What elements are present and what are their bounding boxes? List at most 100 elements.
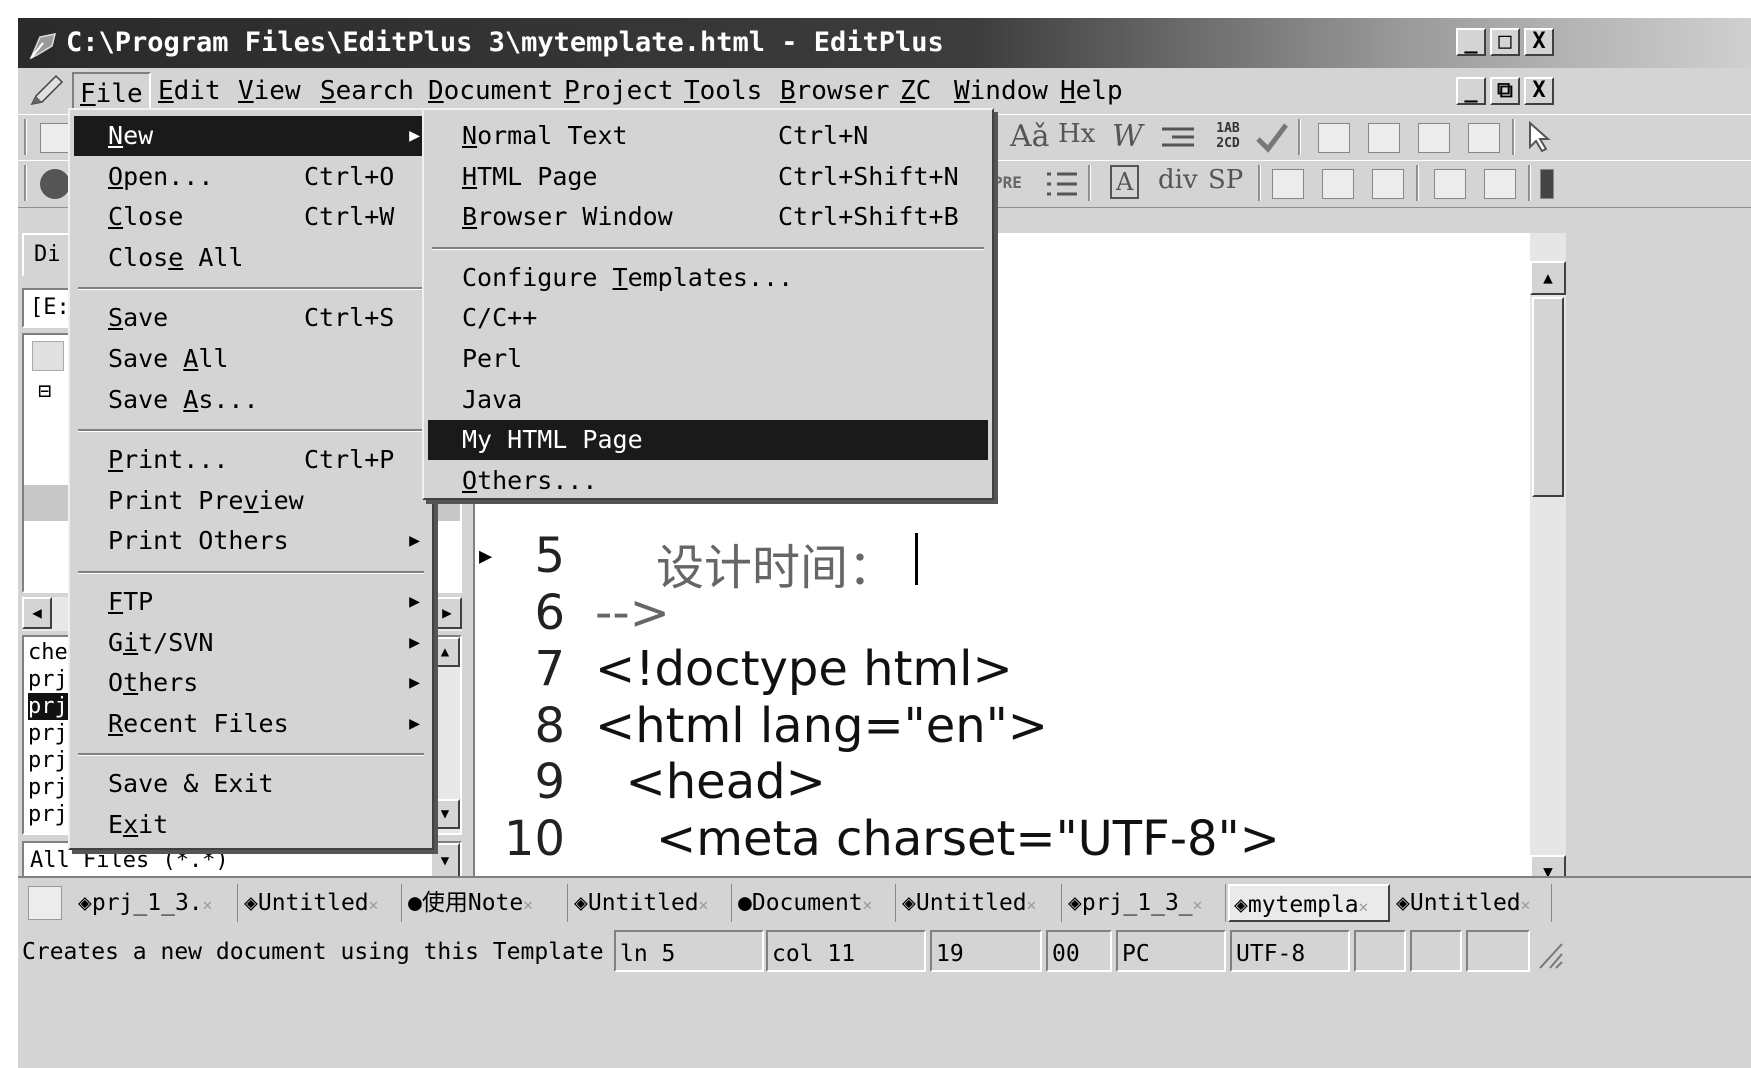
new-menu-item-normal-text[interactable]: Normal Text Ctrl+N: [428, 116, 988, 156]
file-list-scrollbar[interactable]: ▲ ▼: [430, 637, 460, 833]
list-view-icon[interactable]: [1318, 123, 1350, 153]
document-tab[interactable]: ◈Untitled✕: [570, 884, 732, 922]
window-icon[interactable]: [1468, 123, 1500, 153]
file-menu-item-close[interactable]: Close Ctrl+W: [74, 197, 428, 237]
collapse-icon[interactable]: ⊟: [38, 379, 51, 404]
maximize-button[interactable]: □: [1490, 28, 1520, 56]
file-menu-item-label-rest: pen...: [123, 161, 214, 191]
tab-close-icon[interactable]: ✕: [523, 895, 533, 914]
file-menu-item-save-all[interactable]: Save All: [74, 339, 428, 379]
browser-icon[interactable]: [40, 169, 70, 199]
code-line[interactable]: <head>: [595, 754, 826, 810]
scroll-thumb[interactable]: [1532, 297, 1564, 497]
status-column[interactable]: col 11: [766, 930, 926, 972]
span-button[interactable]: SP: [1208, 165, 1243, 195]
status-encoding[interactable]: UTF-8: [1230, 930, 1350, 972]
new-menu-item-label-rest: ormal Text: [477, 121, 628, 150]
document-tab[interactable]: ◈Untitled✕: [240, 884, 402, 922]
tab-close-icon[interactable]: ✕: [1027, 895, 1037, 914]
more-icon[interactable]: [1540, 169, 1554, 199]
tab-close-icon[interactable]: ✕: [1193, 895, 1203, 914]
new-menu-item-html-page[interactable]: HTML Page Ctrl+Shift+N: [428, 157, 988, 197]
scroll-up-icon[interactable]: ▲: [1530, 261, 1566, 295]
tab-close-icon[interactable]: ✕: [1521, 895, 1531, 914]
file-menu-item-save-exit[interactable]: Save & Exit: [74, 764, 428, 804]
document-tab[interactable]: ●使用Note✕: [404, 884, 568, 922]
form-icon[interactable]: [1434, 169, 1466, 199]
status-eol[interactable]: PC: [1116, 930, 1226, 972]
code-line[interactable]: <!doctype html>: [595, 641, 1013, 697]
document-tab[interactable]: ●Document✕: [734, 884, 896, 922]
file-menu-item-save-as[interactable]: Save As...: [74, 380, 428, 420]
new-menu-item-others[interactable]: Others...: [428, 461, 988, 501]
code-line[interactable]: <html lang="en">: [595, 698, 1048, 754]
file-menu-item-git-svn[interactable]: Git/SVN ▶: [74, 623, 428, 663]
tab-close-icon[interactable]: ✕: [863, 895, 873, 914]
heading-button[interactable]: Hx: [1058, 119, 1095, 149]
close-button[interactable]: X: [1524, 28, 1554, 56]
file-menu-item-close-all[interactable]: Close All: [74, 238, 428, 278]
file-menu-item-ftp[interactable]: FTP ▶: [74, 582, 428, 622]
file-menu-item-save[interactable]: Save Ctrl+S: [74, 298, 428, 338]
new-menu-item-browser-window[interactable]: Browser Window Ctrl+Shift+B: [428, 197, 988, 237]
doc-close-button[interactable]: X: [1524, 77, 1554, 105]
code-line[interactable]: <meta charset="UTF-8">: [595, 811, 1280, 867]
new-menu-item-configure-templates[interactable]: Configure Templates...: [428, 258, 988, 298]
scroll-down-icon[interactable]: ▼: [430, 799, 460, 829]
minimize-button[interactable]: _: [1456, 28, 1486, 56]
line-number-button[interactable]: 1AB 2CD: [1208, 121, 1248, 155]
font-size-button[interactable]: Aǎ: [1010, 119, 1050, 154]
chevron-down-icon[interactable]: ▼: [430, 843, 460, 879]
word-wrap-button[interactable]: W: [1112, 119, 1143, 154]
menu-help[interactable]: Help: [1054, 68, 1129, 114]
new-document-icon[interactable]: [28, 886, 62, 920]
file-list-item[interactable]: prj: [28, 693, 68, 720]
tab-close-icon[interactable]: ✕: [203, 895, 213, 914]
new-menu-item-c-c[interactable]: C/C++: [428, 298, 988, 338]
document-tab[interactable]: ◈Untitled✕: [1392, 884, 1552, 922]
scroll-left-icon[interactable]: ◀: [22, 597, 52, 629]
tab-close-icon[interactable]: ✕: [699, 895, 709, 914]
doc-restore-button[interactable]: ⧉: [1490, 77, 1520, 105]
pre-tag-button[interactable]: PRE: [993, 173, 1022, 192]
anchor-button[interactable]: A: [1110, 165, 1140, 199]
file-menu-item-print-others[interactable]: Print Others ▶: [74, 521, 428, 561]
scroll-up-icon[interactable]: ▲: [430, 637, 460, 667]
menu-label-rest: elp: [1075, 76, 1123, 106]
document-tab[interactable]: ◈prj_1_3_✕: [1064, 884, 1226, 922]
list-icon[interactable]: [1043, 169, 1079, 199]
menu-file[interactable]: File: [72, 72, 151, 112]
directory-tab[interactable]: Di: [22, 233, 72, 277]
layout-icon[interactable]: [1368, 123, 1400, 153]
file-menu-item-open[interactable]: Open... Ctrl+O: [74, 157, 428, 197]
file-menu-item-others[interactable]: Others ▶: [74, 663, 428, 703]
status-line[interactable]: ln 5: [614, 930, 764, 972]
table-icon[interactable]: [1484, 169, 1516, 199]
edit-icon[interactable]: [1272, 169, 1304, 199]
document-tab[interactable]: ◈mytempla✕: [1228, 884, 1390, 922]
file-menu-item-recent-files[interactable]: Recent Files ▶: [74, 704, 428, 744]
spellcheck-icon[interactable]: [1254, 121, 1290, 155]
scroll-right-icon[interactable]: ▶: [432, 597, 462, 629]
doc-minimize-button[interactable]: _: [1456, 77, 1486, 105]
new-menu-item-my-html-page[interactable]: My HTML Page: [428, 420, 988, 461]
help-pointer-icon[interactable]: [1526, 120, 1556, 155]
document-tab[interactable]: ◈Untitled✕: [898, 884, 1062, 922]
preview-icon[interactable]: [1418, 123, 1450, 153]
file-menu-item-print[interactable]: Print... Ctrl+P: [74, 440, 428, 480]
file-menu-item-new[interactable]: New ▶: [74, 116, 428, 156]
tab-close-icon[interactable]: ✕: [1359, 897, 1369, 916]
file-menu-item-print-preview[interactable]: Print Preview: [74, 481, 428, 521]
palette-icon[interactable]: [1372, 169, 1404, 199]
file-menu-item-exit[interactable]: Exit: [74, 805, 428, 845]
new-menu-item-java[interactable]: Java: [428, 380, 988, 420]
div-button[interactable]: div: [1158, 165, 1198, 195]
tools-icon[interactable]: [1322, 169, 1354, 199]
code-line[interactable]: -->: [595, 585, 670, 641]
tab-close-icon[interactable]: ✕: [369, 895, 379, 914]
editor-vscrollbar[interactable]: ▲ ▼: [1530, 233, 1566, 893]
indent-icon[interactable]: [1158, 125, 1198, 151]
resize-grip-icon[interactable]: [1534, 932, 1564, 970]
new-menu-item-perl[interactable]: Perl: [428, 339, 988, 379]
document-tab[interactable]: ◈prj_1_3.✕: [74, 884, 238, 922]
